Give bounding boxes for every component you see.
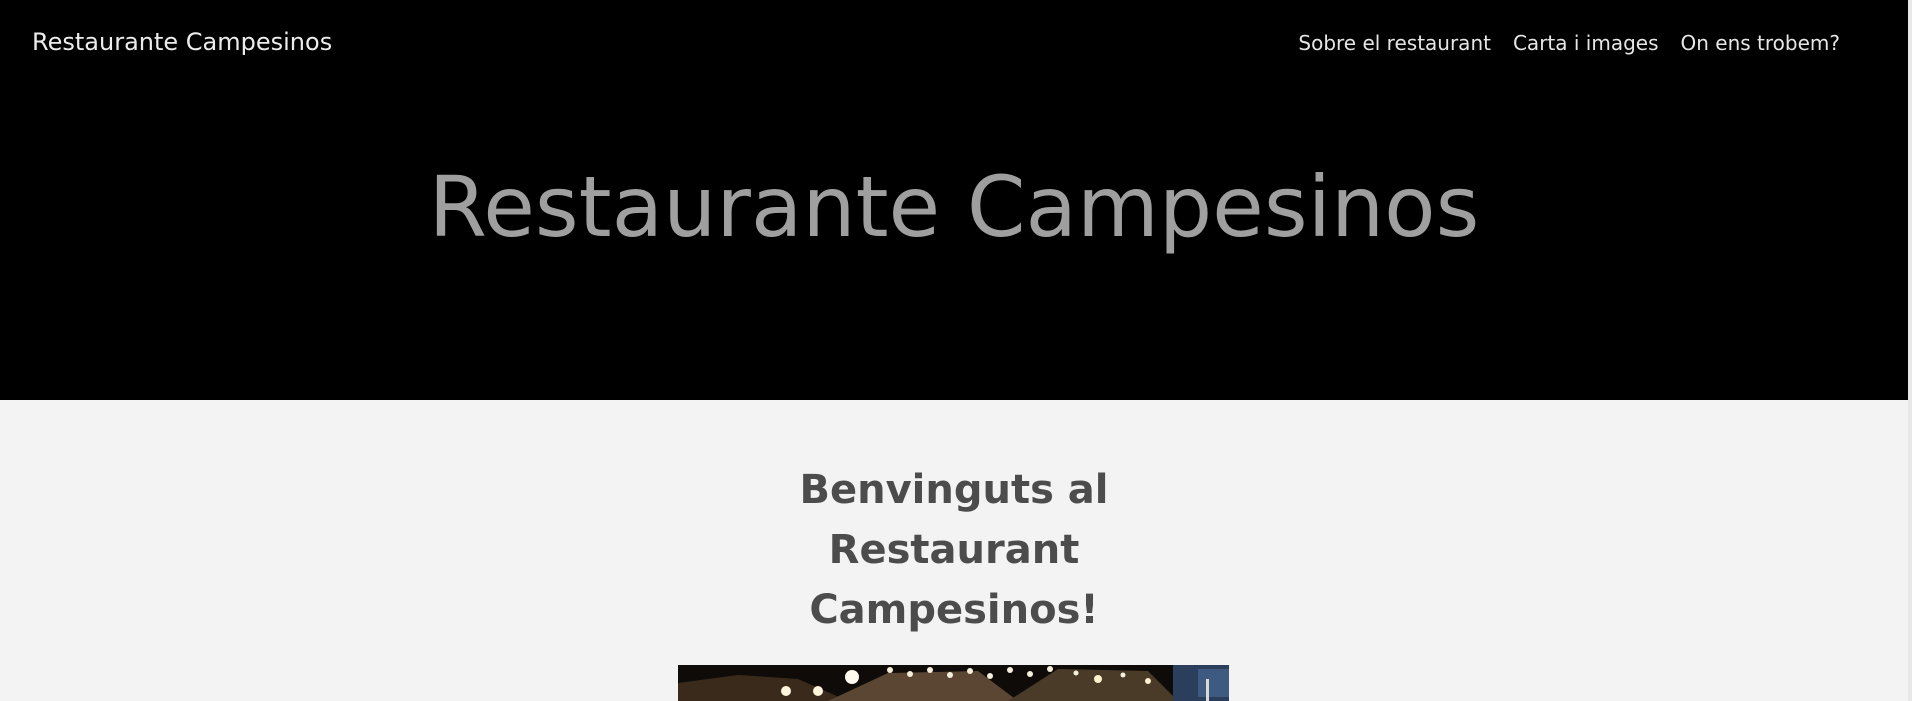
nav-link-location[interactable]: On ens trobem? xyxy=(1681,30,1841,56)
welcome-line-3: Campesinos! xyxy=(809,587,1099,633)
top-nav: Sobre el restaurant Carta i images On en… xyxy=(1298,30,1840,56)
hero-banner: Restaurante Campesinos Sobre el restaura… xyxy=(0,0,1908,400)
nav-link-menu-images[interactable]: Carta i images xyxy=(1513,30,1659,56)
restaurant-photo-image xyxy=(678,665,1229,701)
brand-link[interactable]: Restaurante Campesinos xyxy=(32,27,332,57)
hero-title: Restaurante Campesinos xyxy=(428,158,1480,256)
page-scrollbar[interactable] xyxy=(1908,0,1912,701)
welcome-line-2: Restaurant xyxy=(828,527,1080,573)
welcome-heading: Benvinguts al Restaurant Campesinos! xyxy=(0,460,1908,640)
restaurant-photo xyxy=(678,665,1229,701)
nav-link-about[interactable]: Sobre el restaurant xyxy=(1298,30,1491,56)
welcome-line-1: Benvinguts al xyxy=(799,467,1109,513)
